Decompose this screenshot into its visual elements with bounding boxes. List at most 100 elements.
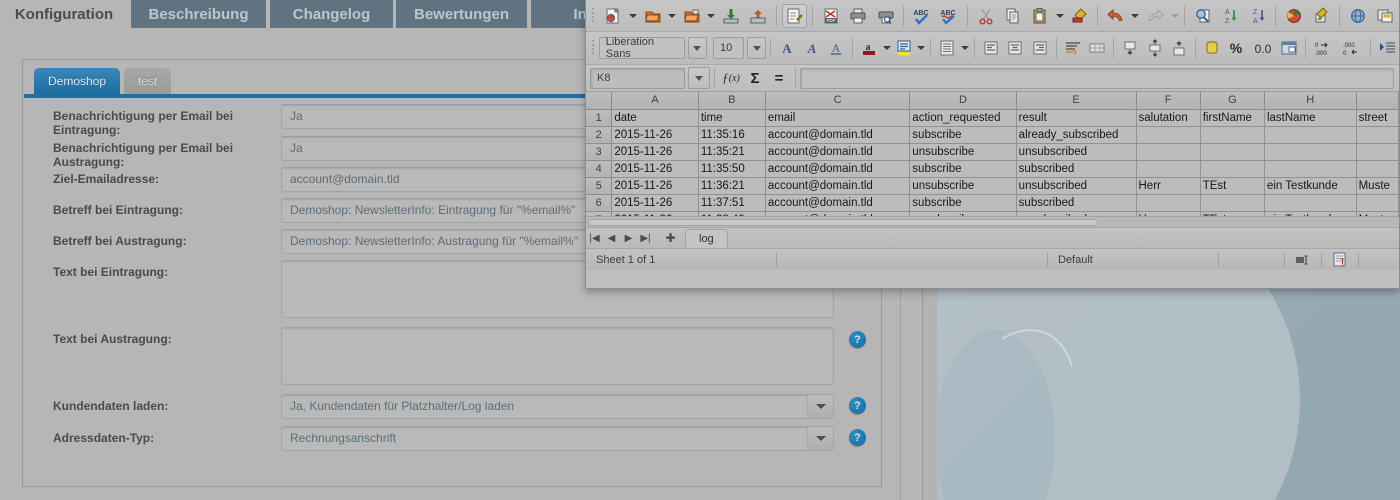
last-sheet-icon[interactable]: ▶|	[637, 229, 654, 248]
cell-a2[interactable]: 2015-11-26	[611, 126, 699, 144]
cell-i2[interactable]	[1356, 126, 1399, 144]
cut-icon[interactable]	[973, 4, 998, 28]
headers-footers-icon[interactable]	[1373, 4, 1398, 28]
add-decimal-icon[interactable]: 0 .000	[1311, 36, 1337, 60]
cell-e3[interactable]: unsubscribed	[1016, 143, 1137, 161]
cell-a6[interactable]: 2015-11-26	[611, 194, 699, 212]
cell-i6[interactable]	[1356, 194, 1399, 212]
cell-a3[interactable]: 2015-11-26	[611, 143, 699, 161]
column-header-g[interactable]: G	[1200, 92, 1265, 110]
horizontal-scrollbar-thumb[interactable]	[588, 219, 1098, 226]
cell-c2[interactable]: account@domain.tld	[765, 126, 911, 144]
align-bottom-icon[interactable]	[1168, 36, 1190, 60]
next-sheet-icon[interactable]: ▶	[620, 229, 637, 248]
cell-d6[interactable]: subscribe	[909, 194, 1017, 212]
cell-i4[interactable]	[1356, 160, 1399, 178]
spelling-icon[interactable]: ABC	[909, 4, 934, 28]
hyperlink-icon[interactable]	[1345, 4, 1370, 28]
cell-reference-input[interactable]: K8	[590, 67, 685, 89]
cell-c6[interactable]: account@domain.tld	[765, 194, 911, 212]
tab-beschreibung[interactable]: Beschreibung	[131, 0, 266, 28]
redo-dropdown-icon[interactable]	[1169, 4, 1181, 28]
bold-icon[interactable]: A	[776, 36, 798, 60]
cell-f5[interactable]: Herr	[1136, 177, 1201, 195]
toolbar-grip[interactable]	[589, 5, 598, 27]
save-dropdown-icon[interactable]	[705, 4, 717, 28]
wrap-text-icon[interactable]	[1062, 36, 1084, 60]
cell-f2[interactable]	[1136, 126, 1201, 144]
cell-h2[interactable]	[1264, 126, 1357, 144]
cell-h5[interactable]: ein Testkunde	[1264, 177, 1357, 195]
sub-tab-demoshop[interactable]: Demoshop	[34, 68, 121, 94]
cell-d2[interactable]: subscribe	[909, 126, 1017, 144]
export-pdf-icon[interactable]: PDF	[818, 4, 843, 28]
tab-changelog[interactable]: Changelog	[270, 0, 393, 28]
cell-b1[interactable]: time	[698, 109, 766, 127]
previous-sheet-icon[interactable]: ◀	[603, 229, 620, 248]
increase-indent-icon[interactable]	[1376, 36, 1398, 60]
cell-d4[interactable]: subscribe	[909, 160, 1017, 178]
cell-d1[interactable]: action_requested	[909, 109, 1017, 127]
cell-b4[interactable]: 11:35:50	[698, 160, 766, 178]
cell-g4[interactable]	[1200, 160, 1265, 178]
column-header-b[interactable]: B	[698, 92, 766, 110]
cell-e1[interactable]: result	[1016, 109, 1137, 127]
cell-i3[interactable]	[1356, 143, 1399, 161]
sheet-tab-log[interactable]: log	[685, 228, 728, 248]
help-icon-address-type[interactable]: ?	[849, 429, 866, 446]
column-header-e[interactable]: E	[1016, 92, 1137, 110]
document-modified-icon[interactable]	[1322, 249, 1358, 271]
horizontal-scrollbar[interactable]	[586, 216, 1399, 227]
row-header-6[interactable]: 6	[586, 194, 613, 212]
tab-konfiguration[interactable]: Konfiguration	[0, 0, 128, 28]
font-color-icon[interactable]: a	[858, 36, 880, 60]
email-document-icon[interactable]	[718, 4, 743, 28]
cell-a1[interactable]: date	[611, 109, 699, 127]
merge-cells-icon[interactable]	[1086, 36, 1108, 60]
cell-e6[interactable]: subscribed	[1016, 194, 1137, 212]
cell-f6[interactable]	[1136, 194, 1201, 212]
chevron-down-icon-address-type[interactable]	[807, 427, 833, 450]
currency-format-icon[interactable]	[1201, 36, 1223, 60]
formula-icon[interactable]: =	[767, 67, 791, 89]
insert-image-icon[interactable]	[1309, 4, 1334, 28]
cell-c4[interactable]: account@domain.tld	[765, 160, 911, 178]
tab-bewertungen[interactable]: Bewertungen	[396, 0, 527, 28]
select-load-customerdata[interactable]: Ja, Kundendaten für Platzhalter/Log lade…	[281, 394, 834, 419]
column-header-i[interactable]	[1356, 92, 1399, 110]
spreadsheet-grid[interactable]: A B C D E F G H 1 date time email action…	[586, 92, 1399, 227]
font-name-input[interactable]: Liberation Sans	[598, 36, 685, 60]
cell-c1[interactable]: email	[765, 109, 911, 127]
align-justified-dropdown-icon[interactable]	[960, 36, 970, 60]
sort-descending-icon[interactable]: ZA	[1245, 4, 1270, 28]
formatting-toolbar-grip[interactable]	[589, 37, 597, 59]
send-document-icon[interactable]	[745, 4, 770, 28]
underline-icon[interactable]: A	[825, 36, 847, 60]
new-dropdown-icon[interactable]	[627, 4, 639, 28]
font-name-dropdown-icon[interactable]	[687, 37, 708, 59]
delete-decimal-icon[interactable]: .000 0	[1339, 36, 1365, 60]
highlight-color-dropdown-icon[interactable]	[916, 36, 926, 60]
date-format-icon[interactable]	[1278, 36, 1300, 60]
print-icon[interactable]	[846, 4, 871, 28]
save-document-icon[interactable]	[679, 4, 704, 28]
undo-dropdown-icon[interactable]	[1130, 4, 1142, 28]
redo-icon[interactable]	[1142, 4, 1167, 28]
paste-icon[interactable]	[1028, 4, 1053, 28]
cell-d3[interactable]: unsubscribe	[909, 143, 1017, 161]
textarea-text-signout[interactable]	[281, 327, 834, 385]
help-icon-text-signout[interactable]: ?	[849, 331, 866, 348]
cell-b6[interactable]: 11:37:51	[698, 194, 766, 212]
row-header-1[interactable]: 1	[586, 109, 613, 127]
cell-a4[interactable]: 2015-11-26	[611, 160, 699, 178]
align-center-vertical-icon[interactable]	[1143, 36, 1165, 60]
cell-g3[interactable]	[1200, 143, 1265, 161]
cell-g2[interactable]	[1200, 126, 1265, 144]
add-sheet-icon[interactable]: ✚	[662, 229, 679, 248]
open-document-icon[interactable]	[640, 4, 665, 28]
print-preview-icon[interactable]	[873, 4, 898, 28]
first-sheet-icon[interactable]: |◀	[586, 229, 603, 248]
corner-select-all[interactable]	[586, 92, 613, 110]
formula-input-line[interactable]	[800, 67, 1394, 89]
cell-g6[interactable]	[1200, 194, 1265, 212]
